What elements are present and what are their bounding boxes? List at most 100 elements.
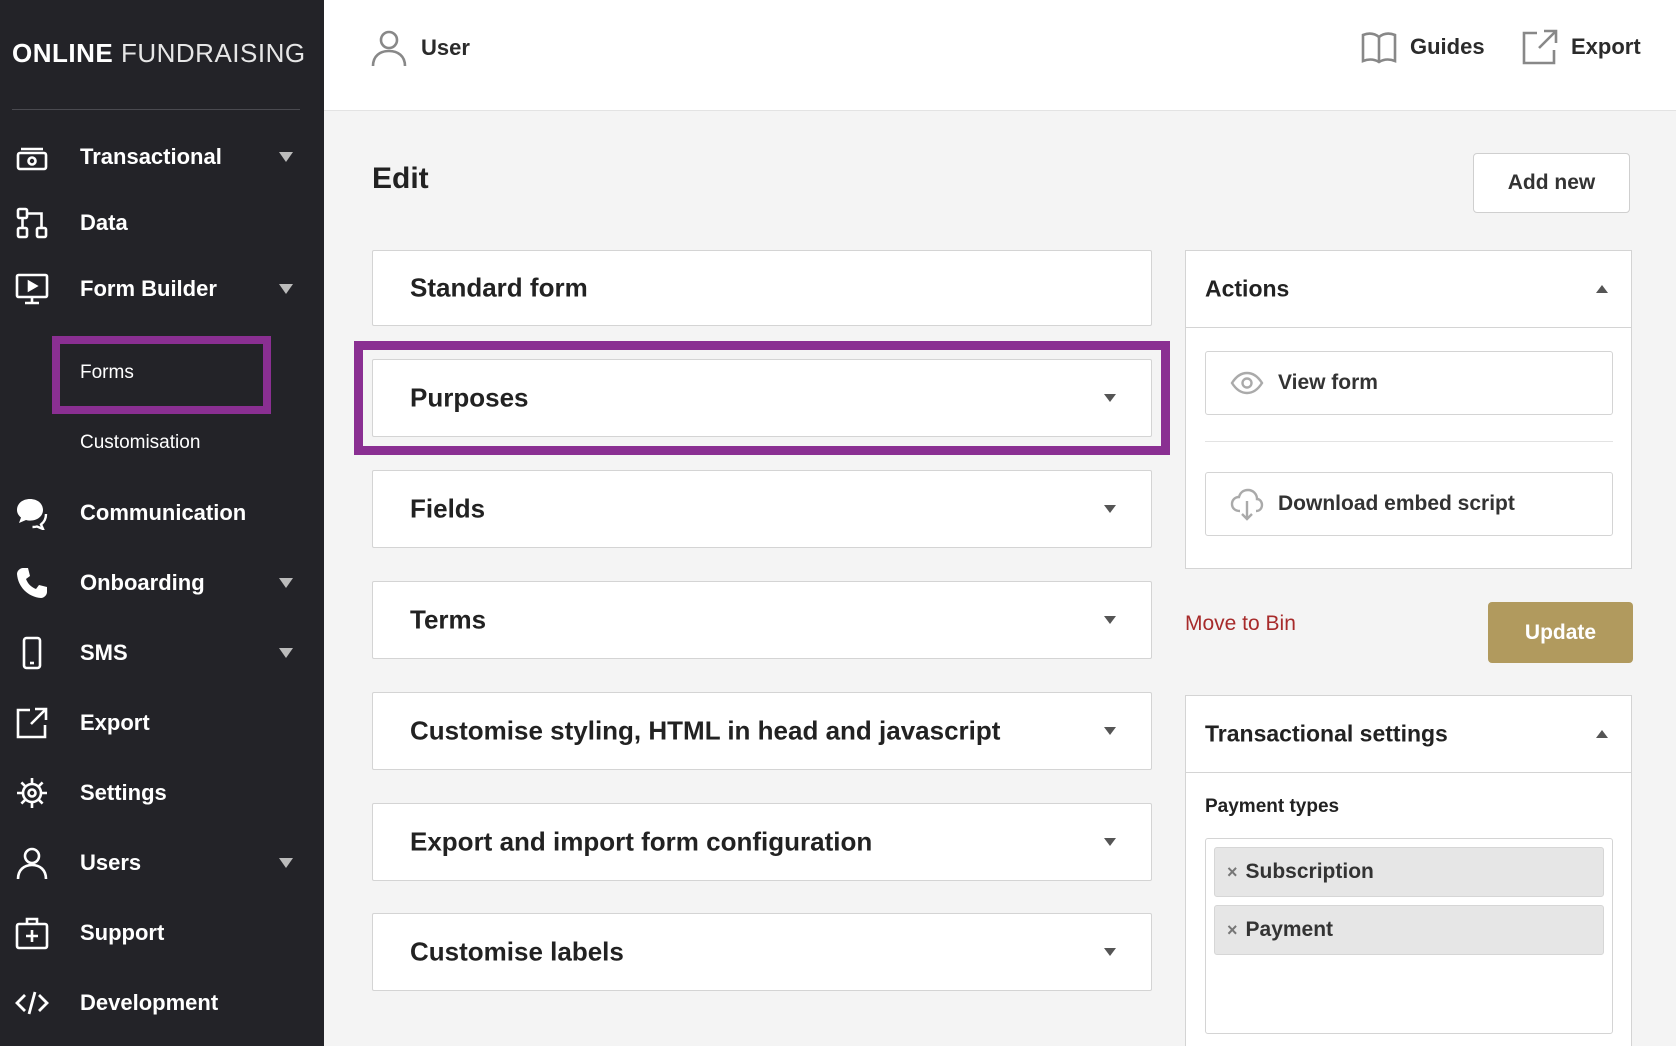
support-kit-icon: [14, 915, 50, 951]
sidebar-item-label: Development: [80, 990, 219, 1015]
sidebar-item-sms[interactable]: SMS: [0, 628, 324, 678]
sidebar-item-support[interactable]: Support: [0, 908, 324, 958]
sidebar-item-communication[interactable]: Communication: [0, 488, 324, 538]
export-link[interactable]: Export: [1521, 28, 1641, 66]
transactional-settings-title: Transactional settings: [1205, 720, 1448, 747]
panel-customise-styling[interactable]: Customise styling, HTML in head and java…: [372, 692, 1152, 770]
sidebar-item-label: SMS: [80, 640, 128, 665]
chat-icon: [14, 495, 50, 531]
top-bar: User Guides Export: [324, 0, 1676, 111]
transactional-settings-box: Transactional settings Payment types × S…: [1185, 695, 1632, 1046]
caret-down-icon: [279, 152, 293, 162]
payment-types-label: Payment types: [1205, 796, 1340, 817]
panel-fields[interactable]: Fields: [372, 470, 1152, 548]
mobile-icon: [14, 635, 50, 671]
sidebar-item-data[interactable]: Data: [0, 198, 324, 248]
payment-type-tag-subscription[interactable]: × Subscription: [1214, 847, 1604, 897]
money-icon: [14, 139, 50, 175]
purposes-highlight-box: [354, 341, 1170, 455]
panel-standard-form[interactable]: Standard form: [372, 250, 1152, 326]
sidebar: ONLINE FUNDRAISING Transactional Data Fo…: [0, 0, 324, 1046]
brand-bold: ONLINE: [12, 38, 114, 68]
sidebar-item-form-builder[interactable]: Form Builder: [0, 264, 324, 314]
transactional-settings-header[interactable]: Transactional settings: [1186, 696, 1631, 773]
sidebar-item-label: Onboarding: [80, 570, 205, 595]
update-button[interactable]: Update: [1488, 602, 1633, 663]
panel-title: Export and import form configuration: [410, 826, 873, 857]
payment-type-tag-payment[interactable]: × Payment: [1214, 905, 1604, 955]
sidebar-item-onboarding[interactable]: Onboarding: [0, 558, 324, 608]
panel-title: Standard form: [410, 272, 588, 303]
actions-title: Actions: [1205, 275, 1290, 302]
sidebar-item-transactional[interactable]: Transactional: [0, 132, 324, 182]
sidebar-item-development[interactable]: Development: [0, 978, 324, 1028]
caret-down-icon: [1104, 616, 1116, 624]
cloud-download-icon: [1230, 488, 1264, 521]
panel-title: Customise labels: [410, 936, 624, 967]
gear-icon: [14, 775, 50, 811]
brand-light: FUNDRAISING: [120, 38, 306, 68]
caret-down-icon: [279, 648, 293, 658]
book-icon: [1361, 32, 1397, 64]
actions-box: Actions View form Download embed script: [1185, 250, 1632, 569]
sidebar-item-export[interactable]: Export: [0, 698, 324, 748]
eye-icon: [1230, 371, 1264, 395]
sidebar-item-label: Transactional: [80, 144, 222, 169]
sidebar-item-users[interactable]: Users: [0, 838, 324, 888]
download-embed-label: Download embed script: [1278, 492, 1515, 515]
panel-customise-labels[interactable]: Customise labels: [372, 913, 1152, 991]
export-icon: [14, 705, 50, 741]
panel-title: Fields: [410, 493, 486, 524]
caret-up-icon: [1596, 285, 1608, 293]
sidebar-item-label: Communication: [80, 500, 247, 525]
export-label: Export: [1571, 34, 1641, 59]
remove-tag-icon[interactable]: ×: [1227, 862, 1238, 883]
sidebar-item-label: Settings: [80, 780, 167, 805]
caret-down-icon: [279, 578, 293, 588]
view-form-button[interactable]: View form: [1205, 351, 1613, 415]
export-icon: [1522, 29, 1558, 65]
guides-link[interactable]: Guides: [1360, 28, 1485, 66]
caret-down-icon: [279, 284, 293, 294]
guides-label: Guides: [1410, 34, 1485, 59]
sidebar-item-label: Support: [80, 920, 165, 945]
actions-divider: [1205, 441, 1613, 442]
sidebar-item-label: Users: [80, 850, 142, 875]
caret-down-icon: [1104, 838, 1116, 846]
tag-label: Payment: [1245, 918, 1334, 941]
caret-down-icon: [1104, 948, 1116, 956]
move-to-bin-link[interactable]: Move to Bin: [1185, 612, 1296, 636]
download-embed-script-button[interactable]: Download embed script: [1205, 472, 1613, 536]
payment-types-multiselect[interactable]: × Subscription × Payment: [1205, 838, 1613, 1034]
user-icon: [14, 845, 50, 881]
monitor-icon: [14, 271, 50, 307]
tag-label: Subscription: [1245, 860, 1374, 883]
actions-header[interactable]: Actions: [1186, 251, 1631, 328]
panel-terms[interactable]: Terms: [372, 581, 1152, 659]
sidebar-item-label: Export: [80, 710, 150, 735]
sidebar-item-label: Form Builder: [80, 276, 217, 301]
caret-down-icon: [279, 858, 293, 868]
sidebar-divider: [12, 109, 300, 110]
user-icon: [371, 30, 407, 67]
caret-up-icon: [1596, 730, 1608, 738]
page-title: Edit: [372, 162, 429, 195]
panel-title: Terms: [410, 604, 487, 635]
phone-icon: [14, 565, 50, 601]
caret-down-icon: [1104, 505, 1116, 513]
remove-tag-icon[interactable]: ×: [1227, 920, 1238, 941]
forms-highlight-box: [52, 336, 271, 414]
data-flow-icon: [14, 205, 50, 241]
user-label: User: [421, 35, 470, 60]
caret-down-icon: [1104, 727, 1116, 735]
panel-title: Customise styling, HTML in head and java…: [410, 715, 1001, 746]
add-new-button[interactable]: Add new: [1473, 153, 1630, 213]
panel-export-import-config[interactable]: Export and import form configuration: [372, 803, 1152, 881]
sidebar-item-settings[interactable]: Settings: [0, 768, 324, 818]
view-form-label: View form: [1278, 371, 1378, 394]
code-icon: [14, 985, 50, 1021]
brand-logo[interactable]: ONLINE FUNDRAISING: [12, 38, 306, 69]
sidebar-item-label: Data: [80, 210, 128, 235]
user-menu[interactable]: User: [369, 28, 470, 68]
sidebar-subitem-customisation[interactable]: Customisation: [80, 432, 200, 454]
